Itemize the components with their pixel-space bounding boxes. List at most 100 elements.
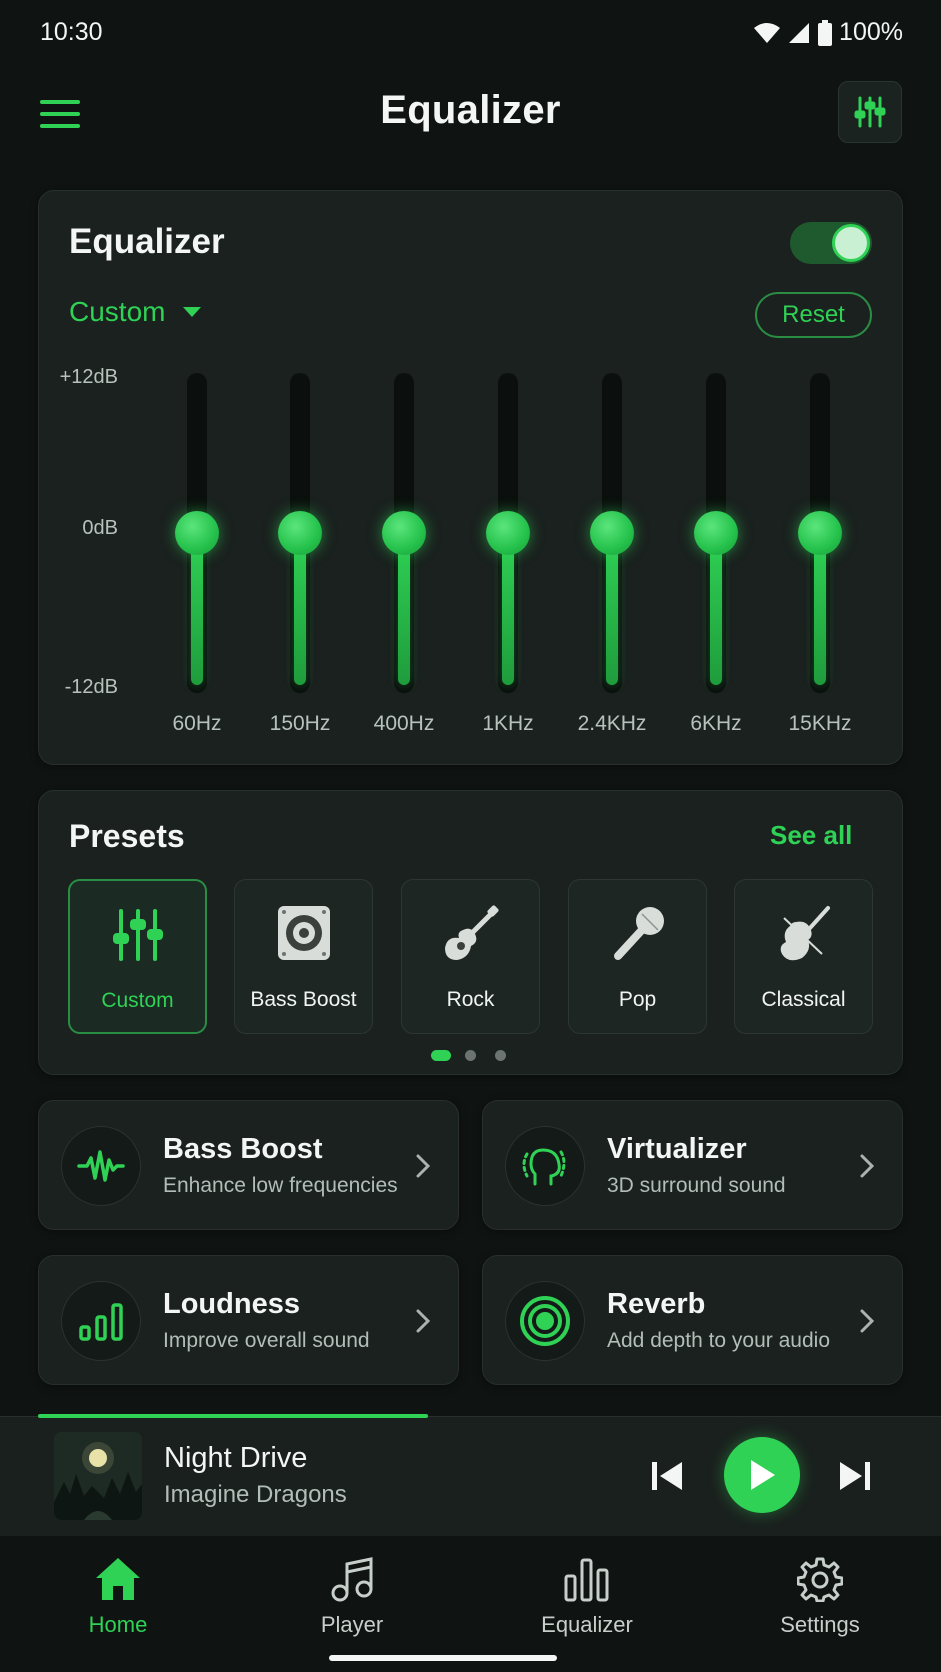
- skip-next-icon: [840, 1462, 870, 1490]
- band-frequency-label: 2.4KHz: [577, 712, 647, 735]
- pager-dot[interactable]: [465, 1050, 476, 1061]
- waveform-icon: [77, 1150, 125, 1182]
- band-level-fill: [710, 533, 722, 685]
- chevron-right-icon: [416, 1309, 430, 1333]
- next-track-button[interactable]: [836, 1456, 874, 1496]
- band-slider-knob[interactable]: [486, 511, 530, 555]
- feature-icon-container: [61, 1281, 141, 1361]
- guitar-icon: [444, 905, 499, 960]
- preset-label: Classical: [761, 988, 846, 1011]
- feature-title: Virtualizer: [607, 1133, 747, 1165]
- preset-tile-classical[interactable]: Classical: [734, 879, 873, 1034]
- band-slider-knob[interactable]: [278, 511, 322, 555]
- feature-title: Loudness: [163, 1288, 300, 1320]
- virtualizer-card[interactable]: Virtualizer 3D surround sound: [482, 1100, 903, 1230]
- page-title: Equalizer: [380, 88, 561, 132]
- band-level-fill: [814, 533, 826, 685]
- preset-label: Bass Boost: [250, 988, 357, 1011]
- feature-subtitle: Add depth to your audio: [607, 1329, 831, 1352]
- nav-label: Home: [88, 1612, 148, 1637]
- preset-tile-bass-boost[interactable]: Bass Boost: [234, 879, 373, 1034]
- band-slider-knob[interactable]: [694, 511, 738, 555]
- equalizer-settings-button[interactable]: [838, 81, 902, 143]
- nav-equalizer[interactable]: Equalizer: [507, 1556, 667, 1646]
- battery-icon: [818, 19, 833, 46]
- feature-subtitle: Enhance low frequencies: [163, 1174, 398, 1197]
- band-frequency-label: 1KHz: [482, 712, 534, 735]
- level-bars-icon: [79, 1303, 123, 1341]
- album-art[interactable]: [54, 1432, 142, 1520]
- feature-icon-container: [505, 1126, 585, 1206]
- reset-button[interactable]: Reset: [755, 292, 872, 338]
- feature-subtitle: Improve overall sound: [163, 1329, 370, 1352]
- sliders-icon: [112, 909, 163, 961]
- band-frequency-label: 6KHz: [690, 712, 742, 735]
- chevron-right-icon: [416, 1154, 430, 1178]
- nav-home[interactable]: Home: [38, 1556, 198, 1646]
- play-button[interactable]: [724, 1437, 800, 1513]
- previous-track-button[interactable]: [648, 1456, 686, 1496]
- track-title: Night Drive: [164, 1442, 308, 1474]
- bass-boost-card[interactable]: Bass Boost Enhance low frequencies: [38, 1100, 459, 1230]
- preset-dropdown[interactable]: Custom: [69, 296, 202, 328]
- feature-title: Reverb: [607, 1288, 706, 1320]
- loudness-card[interactable]: Loudness Improve overall sound: [38, 1255, 459, 1385]
- reverb-card[interactable]: Reverb Add depth to your audio: [482, 1255, 903, 1385]
- band-slider-knob[interactable]: [175, 511, 219, 555]
- preset-label: Custom: [101, 989, 174, 1012]
- nav-label: Player: [320, 1612, 384, 1637]
- feature-icon-container: [505, 1281, 585, 1361]
- see-all-link[interactable]: See all: [770, 820, 852, 851]
- pager-dot-active[interactable]: [431, 1050, 451, 1061]
- status-icons: 100%: [753, 18, 903, 47]
- cellular-signal-icon: [789, 22, 810, 43]
- band-frequency-label: 150Hz: [269, 712, 331, 735]
- nav-settings[interactable]: Settings: [740, 1556, 900, 1646]
- playback-progress-bar[interactable]: [38, 1414, 428, 1418]
- nav-label: Equalizer: [541, 1612, 633, 1637]
- nav-label: Settings: [780, 1612, 860, 1637]
- sliders-icon: [854, 96, 886, 128]
- chevron-right-icon: [860, 1309, 874, 1333]
- play-icon: [751, 1460, 775, 1490]
- band-level-fill: [191, 533, 203, 685]
- pager-dot[interactable]: [495, 1050, 506, 1061]
- band-level-fill: [606, 533, 618, 685]
- band-slider-knob[interactable]: [798, 511, 842, 555]
- feature-icon-container: [61, 1126, 141, 1206]
- preset-tile-pop[interactable]: Pop: [568, 879, 707, 1034]
- equalizer-card: [38, 190, 903, 765]
- feature-subtitle: 3D surround sound: [607, 1174, 786, 1197]
- microphone-icon: [613, 907, 664, 960]
- equalizer-toggle[interactable]: [790, 222, 872, 264]
- toggle-knob: [832, 224, 870, 262]
- speaker-icon: [277, 906, 330, 960]
- preset-tile-rock[interactable]: Rock: [401, 879, 540, 1034]
- status-time: 10:30: [40, 18, 103, 46]
- gear-icon: [797, 1557, 843, 1602]
- track-artist: Imagine Dragons: [164, 1481, 347, 1508]
- db-label-max: +12dB: [59, 366, 118, 388]
- band-frequency-label: 60Hz: [172, 712, 222, 735]
- db-label-mid: 0dB: [82, 517, 118, 539]
- band-slider-knob[interactable]: [590, 511, 634, 555]
- band-slider-knob[interactable]: [382, 511, 426, 555]
- caret-down-icon: [183, 307, 202, 317]
- presets-title: Presets: [69, 818, 185, 854]
- band-frequency-label: 400Hz: [373, 712, 435, 735]
- home-indicator: [329, 1655, 557, 1661]
- concentric-rings-icon: [520, 1296, 570, 1346]
- band-frequency-label: 15KHz: [788, 712, 852, 735]
- home-icon: [96, 1558, 140, 1600]
- band-level-fill: [294, 533, 306, 685]
- equalizer-card-title: Equalizer: [69, 222, 225, 261]
- preset-dropdown-value: Custom: [69, 296, 166, 327]
- preset-label: Pop: [618, 988, 657, 1011]
- nav-player[interactable]: Player: [272, 1556, 432, 1646]
- album-cover-image: [54, 1432, 142, 1520]
- band-level-fill: [398, 533, 410, 685]
- wifi-icon: [754, 22, 781, 43]
- preset-tile-custom[interactable]: Custom: [68, 879, 207, 1034]
- band-level-fill: [502, 533, 514, 685]
- music-note-icon: [331, 1557, 373, 1602]
